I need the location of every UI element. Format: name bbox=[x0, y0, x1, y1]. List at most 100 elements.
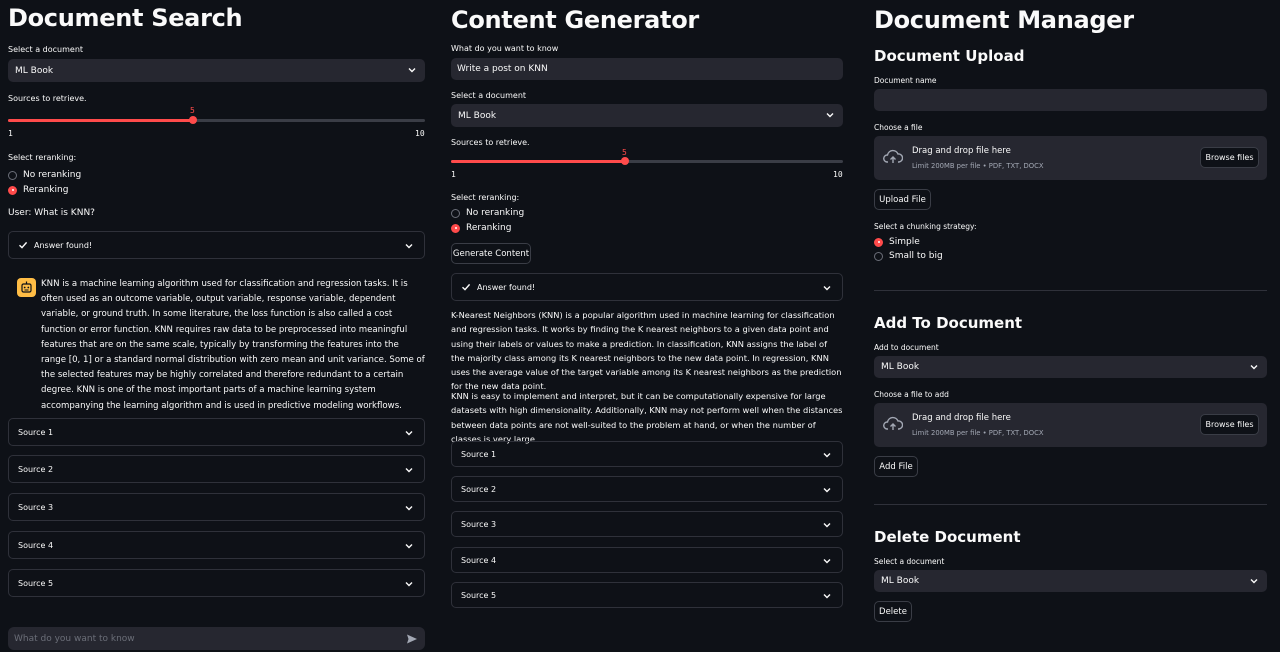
radio-on-icon bbox=[874, 237, 883, 247]
chevron-down-icon bbox=[823, 594, 831, 599]
generator-source-3-label: Source 3 bbox=[461, 519, 497, 529]
generator-source-3-expander[interactable]: Source 3 bbox=[451, 511, 843, 537]
chevron-down-icon bbox=[1250, 365, 1258, 370]
generator-prompt-input[interactable]: Write a post on KNN bbox=[451, 58, 843, 80]
generator-source-4-expander[interactable]: Source 4 bbox=[451, 547, 843, 573]
search-source-2-label: Source 2 bbox=[18, 464, 54, 474]
search-source-1-expander[interactable]: Source 1 bbox=[8, 418, 425, 446]
chat-input-placeholder: What do you want to know bbox=[14, 633, 135, 644]
search-user-query: User: What is KNN? bbox=[8, 208, 95, 218]
generator-slider-value: 5 bbox=[622, 148, 627, 157]
chevron-down-icon bbox=[826, 113, 834, 118]
dropzone-text: Drag and drop file here bbox=[912, 146, 1011, 156]
search-source-3-label: Source 3 bbox=[18, 502, 54, 512]
generator-status-text: Answer found! bbox=[477, 282, 536, 292]
generator-slider-thumb[interactable] bbox=[621, 157, 630, 165]
search-document-select-value: ML Book bbox=[15, 65, 54, 76]
generator-source-4-label: Source 4 bbox=[461, 555, 497, 565]
generator-document-select-value: ML Book bbox=[458, 110, 497, 121]
chunk-radio-simple[interactable]: Simple bbox=[874, 236, 920, 248]
search-slider-value: 5 bbox=[190, 106, 195, 115]
document-name-input[interactable] bbox=[874, 89, 1267, 111]
generator-radio-no-reranking[interactable]: No reranking bbox=[451, 207, 524, 219]
divider bbox=[874, 504, 1267, 505]
add-browse-files-button[interactable]: Browse files bbox=[1200, 414, 1259, 435]
search-source-3-expander[interactable]: Source 3 bbox=[8, 493, 425, 521]
search-source-5-expander[interactable]: Source 5 bbox=[8, 569, 425, 597]
generator-sources-slider[interactable] bbox=[451, 157, 843, 165]
generator-slider-fill bbox=[451, 160, 626, 163]
chunk-radio-small-to-big[interactable]: Small to big bbox=[874, 250, 943, 262]
search-sources-slider[interactable] bbox=[8, 116, 425, 124]
add-file-dropzone[interactable]: Drag and drop file here Limit 200MB per … bbox=[874, 403, 1267, 447]
chevron-down-icon bbox=[405, 506, 413, 511]
chunking-label: Select a chunking strategy: bbox=[874, 222, 977, 231]
generator-radio-reranking[interactable]: Reranking bbox=[451, 222, 511, 234]
chevron-down-icon bbox=[405, 244, 413, 249]
chevron-down-icon bbox=[405, 431, 413, 436]
generator-source-5-label: Source 5 bbox=[461, 590, 497, 600]
generator-source-2-label: Source 2 bbox=[461, 484, 497, 494]
add-to-document-label: Add to document bbox=[874, 343, 939, 352]
add-heading: Add To Document bbox=[874, 314, 1023, 332]
add-to-document-select[interactable]: ML Book bbox=[874, 356, 1267, 378]
generator-source-1-label: Source 1 bbox=[461, 449, 497, 459]
cloud-upload-icon bbox=[883, 416, 903, 430]
delete-button[interactable]: Delete bbox=[874, 601, 912, 622]
send-icon[interactable] bbox=[406, 633, 418, 645]
generator-source-5-expander[interactable]: Source 5 bbox=[451, 582, 843, 608]
radio-off-icon bbox=[451, 208, 460, 218]
search-radio-no-reranking-label: No reranking bbox=[23, 170, 82, 180]
generator-status-expander[interactable]: Answer found! bbox=[451, 273, 843, 301]
chevron-down-icon bbox=[1250, 579, 1258, 584]
check-icon bbox=[462, 283, 471, 291]
delete-document-select[interactable]: ML Book bbox=[874, 570, 1267, 592]
search-source-2-expander[interactable]: Source 2 bbox=[8, 455, 425, 483]
delete-document-value: ML Book bbox=[881, 576, 920, 586]
search-radio-reranking[interactable]: Reranking bbox=[8, 184, 68, 196]
search-slider-min: 1 bbox=[8, 129, 13, 138]
search-document-select[interactable]: ML Book bbox=[8, 59, 425, 82]
upload-heading: Document Upload bbox=[874, 47, 1025, 65]
search-source-5-label: Source 5 bbox=[18, 578, 54, 588]
radio-off-icon bbox=[874, 251, 883, 261]
generator-slider-max: 10 bbox=[833, 170, 843, 179]
chevron-down-icon bbox=[408, 68, 416, 73]
delete-select-doc-label: Select a document bbox=[874, 557, 945, 566]
add-file-button[interactable]: Add File bbox=[874, 456, 918, 477]
generator-select-doc-label: Select a document bbox=[451, 91, 527, 100]
generator-slider-min: 1 bbox=[451, 170, 456, 179]
generator-source-2-expander[interactable]: Source 2 bbox=[451, 476, 843, 502]
generate-content-button[interactable]: Generate Content bbox=[451, 243, 531, 264]
generator-prompt-value: Write a post on KNN bbox=[457, 64, 548, 74]
generator-source-1-expander[interactable]: Source 1 bbox=[451, 441, 843, 467]
generator-document-select[interactable]: ML Book bbox=[451, 104, 843, 127]
chat-input[interactable]: What do you want to know bbox=[8, 627, 425, 650]
browse-files-button[interactable]: Browse files bbox=[1200, 147, 1259, 168]
search-slider-thumb[interactable] bbox=[189, 116, 198, 124]
chevron-down-icon bbox=[823, 559, 831, 564]
search-source-4-expander[interactable]: Source 4 bbox=[8, 531, 425, 559]
cloud-upload-icon bbox=[883, 149, 903, 163]
add-dropzone-text: Drag and drop file here bbox=[912, 413, 1011, 423]
chevron-down-icon bbox=[823, 453, 831, 458]
assistant-avatar bbox=[17, 278, 36, 297]
choose-file-label: Choose a file bbox=[874, 123, 923, 132]
chevron-down-icon bbox=[405, 582, 413, 587]
search-rerank-label: Select reranking: bbox=[8, 153, 77, 162]
add-dropzone-limit: Limit 200MB per file • PDF, TXT, DOCX bbox=[912, 429, 1044, 437]
chunk-radio-simple-label: Simple bbox=[889, 237, 920, 247]
check-icon bbox=[19, 241, 28, 249]
search-source-1-label: Source 1 bbox=[18, 427, 54, 437]
search-radio-reranking-label: Reranking bbox=[23, 185, 69, 195]
generator-sources-label: Sources to retrieve. bbox=[451, 138, 530, 147]
search-slider-max: 10 bbox=[415, 129, 425, 138]
upload-file-button[interactable]: Upload File bbox=[874, 189, 931, 210]
search-status-expander[interactable]: Answer found! bbox=[8, 231, 425, 259]
file-dropzone[interactable]: Drag and drop file here Limit 200MB per … bbox=[874, 136, 1267, 180]
search-title: Document Search bbox=[8, 4, 243, 32]
generator-content-para-2: KNN is easy to implement and interpret, … bbox=[451, 391, 843, 444]
search-status-text: Answer found! bbox=[34, 240, 93, 250]
radio-off-icon bbox=[8, 170, 17, 180]
search-radio-no-reranking[interactable]: No reranking bbox=[8, 169, 81, 181]
